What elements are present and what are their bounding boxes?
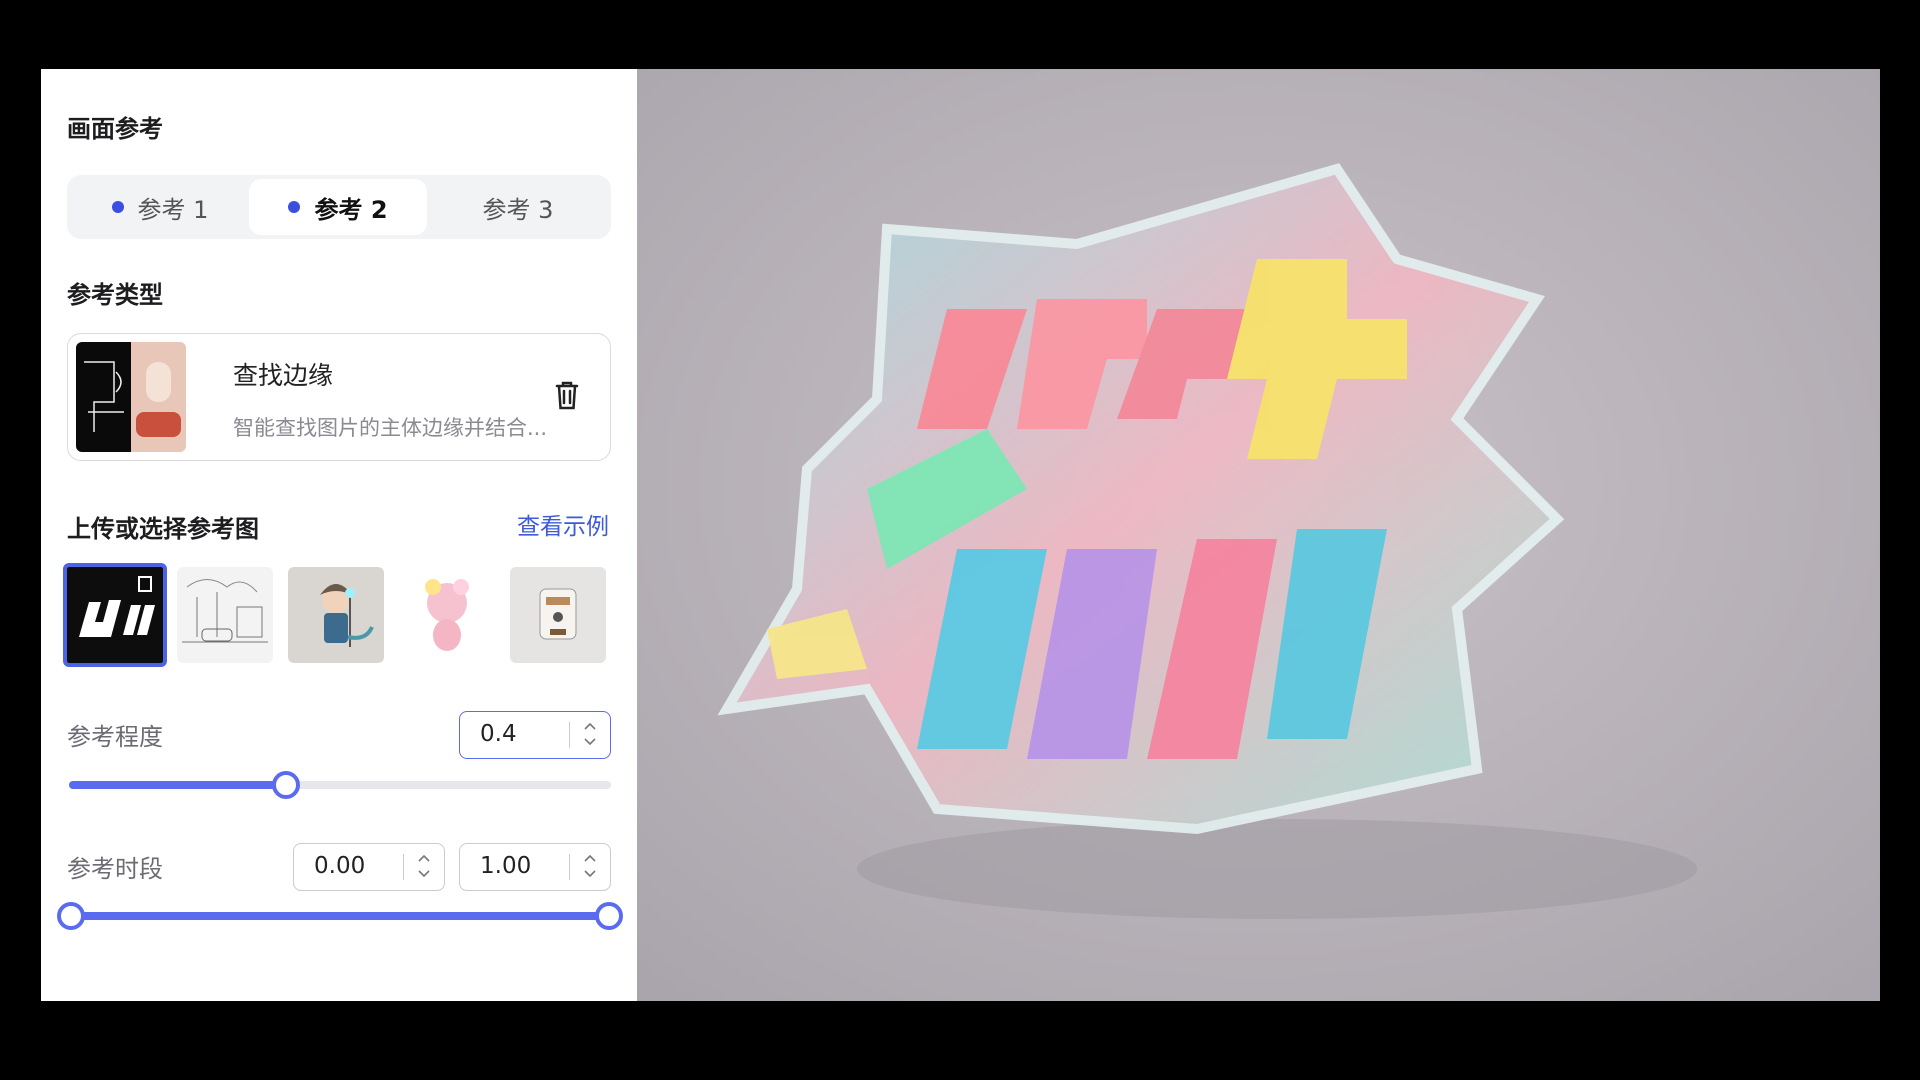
chevron-up-icon[interactable] [582,721,598,731]
chevron-down-icon[interactable] [416,869,432,879]
graffiti-text-image[interactable] [63,563,167,667]
reference-tabs: 参考 1 参考 2 参考 3 [67,175,611,239]
slider-fill [69,781,286,789]
chevron-down-icon[interactable] [582,869,598,879]
reference-strength-input[interactable]: 0.4 [459,711,611,759]
time-end-value: 1.00 [480,853,532,879]
slider-handle-start[interactable] [57,902,85,930]
reference-type-title: 查找边缘 [233,361,334,390]
chevron-up-icon[interactable] [416,853,432,863]
time-start-input[interactable]: 0.00 [293,843,445,891]
reference-strength-label: 参考程度 [67,723,163,751]
section-title-upload: 上传或选择参考图 [67,515,259,543]
reference-strength-value: 0.4 [480,721,517,747]
section-title-frame-reference: 画面参考 [67,115,163,143]
slider-handle[interactable] [271,771,300,799]
status-dot-icon [288,201,301,213]
tab-label: 参考 2 [314,195,388,224]
coffee-machine-image[interactable] [510,567,606,663]
time-start-value: 0.00 [314,853,366,879]
tab-label: 参考 1 [137,195,209,224]
reference-time-label: 参考时段 [67,855,163,883]
tab-reference-2[interactable]: 参考 2 [249,179,427,235]
tab-reference-3[interactable]: 参考 3 [429,179,607,235]
reference-panel: 画面参考 参考 1 参考 2 参考 3 参考类型 查找边缘 智能查找图片的主体边… [41,69,637,1001]
edge-detection-thumbnail [76,342,186,452]
trash-icon[interactable] [552,378,582,414]
pink-creature-image[interactable] [399,567,495,663]
slider-handle-end[interactable] [595,902,623,930]
sketch-street-image[interactable] [177,567,273,663]
tab-label: 参考 3 [482,195,554,224]
section-title-reference-type: 参考类型 [67,281,163,309]
generated-preview-image [637,69,1880,1001]
chevron-down-icon[interactable] [582,737,598,747]
anime-boy-image[interactable] [288,567,384,663]
input-divider [569,722,570,748]
view-examples-link[interactable]: 查看示例 [517,507,609,541]
tab-reference-1[interactable]: 参考 1 [71,179,249,235]
slider-fill [71,912,609,920]
reference-type-description: 智能查找图片的主体边缘并结合... [233,416,548,440]
status-dot-icon [111,201,124,213]
time-end-input[interactable]: 1.00 [459,843,611,891]
reference-image-list [63,563,613,669]
chevron-up-icon[interactable] [582,853,598,863]
input-divider [403,854,404,880]
reference-type-card[interactable]: 查找边缘 智能查找图片的主体边缘并结合... [67,333,611,461]
input-divider [569,854,570,880]
